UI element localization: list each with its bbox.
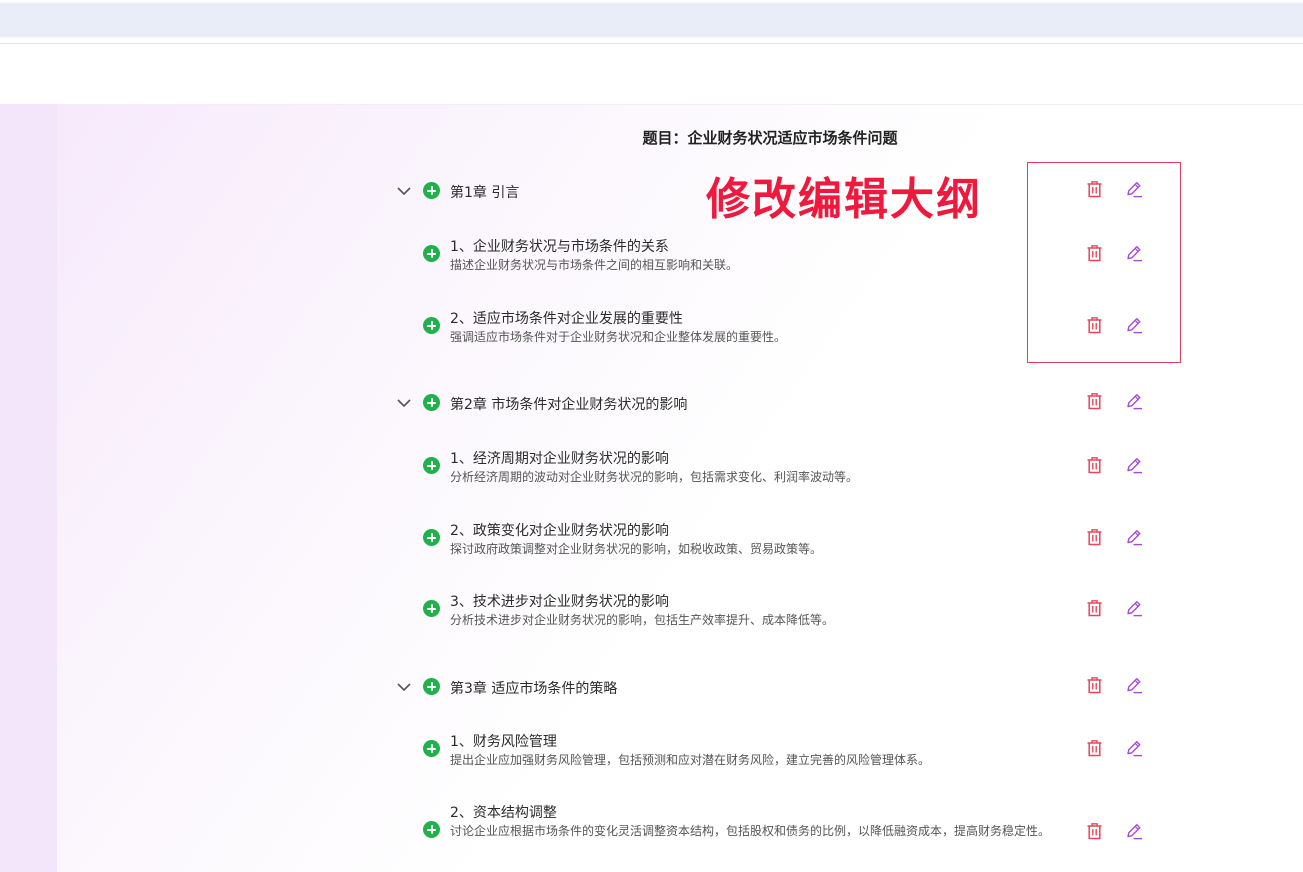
section-description: 探讨政府政策调整对企业财务状况的影响，如税收政策、贸易政策等。 [450,542,823,556]
section-title[interactable]: 1、企业财务状况与市场条件的关系 [450,236,669,256]
left-sidebar [0,104,57,872]
chapter-title[interactable]: 第2章 市场条件对企业财务状况的影响 [450,394,687,414]
edit-icon[interactable] [1125,456,1143,474]
edit-icon[interactable] [1125,676,1143,694]
edit-icon[interactable] [1125,392,1143,410]
section-description: 分析技术进步对企业财务状况的影响，包括生产效率提升、成本降低等。 [450,613,835,627]
add-subsection-icon[interactable] [423,245,440,262]
delete-icon[interactable] [1086,456,1103,474]
edit-icon[interactable] [1125,739,1143,757]
delete-icon[interactable] [1086,316,1103,334]
add-subsection-icon[interactable] [423,529,440,546]
add-section-icon[interactable] [423,182,440,199]
annotation-text: 修改编辑大纲 [706,174,982,225]
section-title[interactable]: 1、经济周期对企业财务状况的影响 [450,448,669,468]
section-description: 提出企业应加强财务风险管理，包括预测和应对潜在财务风险，建立完善的风险管理体系。 [450,753,931,767]
edit-icon[interactable] [1125,528,1143,546]
chevron-down-icon[interactable] [396,395,412,411]
section-description: 强调适应市场条件对于企业财务状况和企业整体发展的重要性。 [450,330,787,344]
delete-icon[interactable] [1086,244,1103,262]
delete-icon[interactable] [1086,739,1103,757]
section-title[interactable]: 3、技术进步对企业财务状况的影响 [450,591,669,611]
add-subsection-icon[interactable] [423,740,440,757]
delete-icon[interactable] [1086,180,1103,198]
chapter-title[interactable]: 第1章 引言 [450,182,519,202]
edit-icon[interactable] [1125,180,1143,198]
add-subsection-icon[interactable] [423,457,440,474]
section-title[interactable]: 2、资本结构调整 [450,802,557,822]
header-divider [0,43,1303,44]
edit-icon[interactable] [1125,244,1143,262]
delete-icon[interactable] [1086,392,1103,410]
delete-icon[interactable] [1086,822,1103,840]
section-title[interactable]: 2、适应市场条件对企业发展的重要性 [450,308,683,328]
top-header-bar [0,3,1303,37]
add-subsection-icon[interactable] [423,821,440,838]
outline-title: 题目：企业财务状况适应市场条件问题 [642,129,898,147]
section-description: 分析经济周期的波动对企业财务状况的影响，包括需求变化、利润率波动等。 [450,470,859,484]
add-section-icon[interactable] [423,394,440,411]
chapter-title[interactable]: 第3章 适应市场条件的策略 [450,678,617,698]
edit-icon[interactable] [1125,316,1143,334]
delete-icon[interactable] [1086,528,1103,546]
chevron-down-icon[interactable] [396,679,412,695]
edit-icon[interactable] [1125,822,1143,840]
add-subsection-icon[interactable] [423,317,440,334]
section-description: 讨论企业应根据市场条件的变化灵活调整资本结构，包括股权和债务的比例，以降低融资成… [450,824,1051,838]
edit-icon[interactable] [1125,599,1143,617]
delete-icon[interactable] [1086,676,1103,694]
section-description: 描述企业财务状况与市场条件之间的相互影响和关联。 [450,258,739,272]
chevron-down-icon[interactable] [396,183,412,199]
add-subsection-icon[interactable] [423,600,440,617]
add-section-icon[interactable] [423,678,440,695]
delete-icon[interactable] [1086,599,1103,617]
section-title[interactable]: 1、财务风险管理 [450,731,557,751]
section-title[interactable]: 2、政策变化对企业财务状况的影响 [450,520,669,540]
